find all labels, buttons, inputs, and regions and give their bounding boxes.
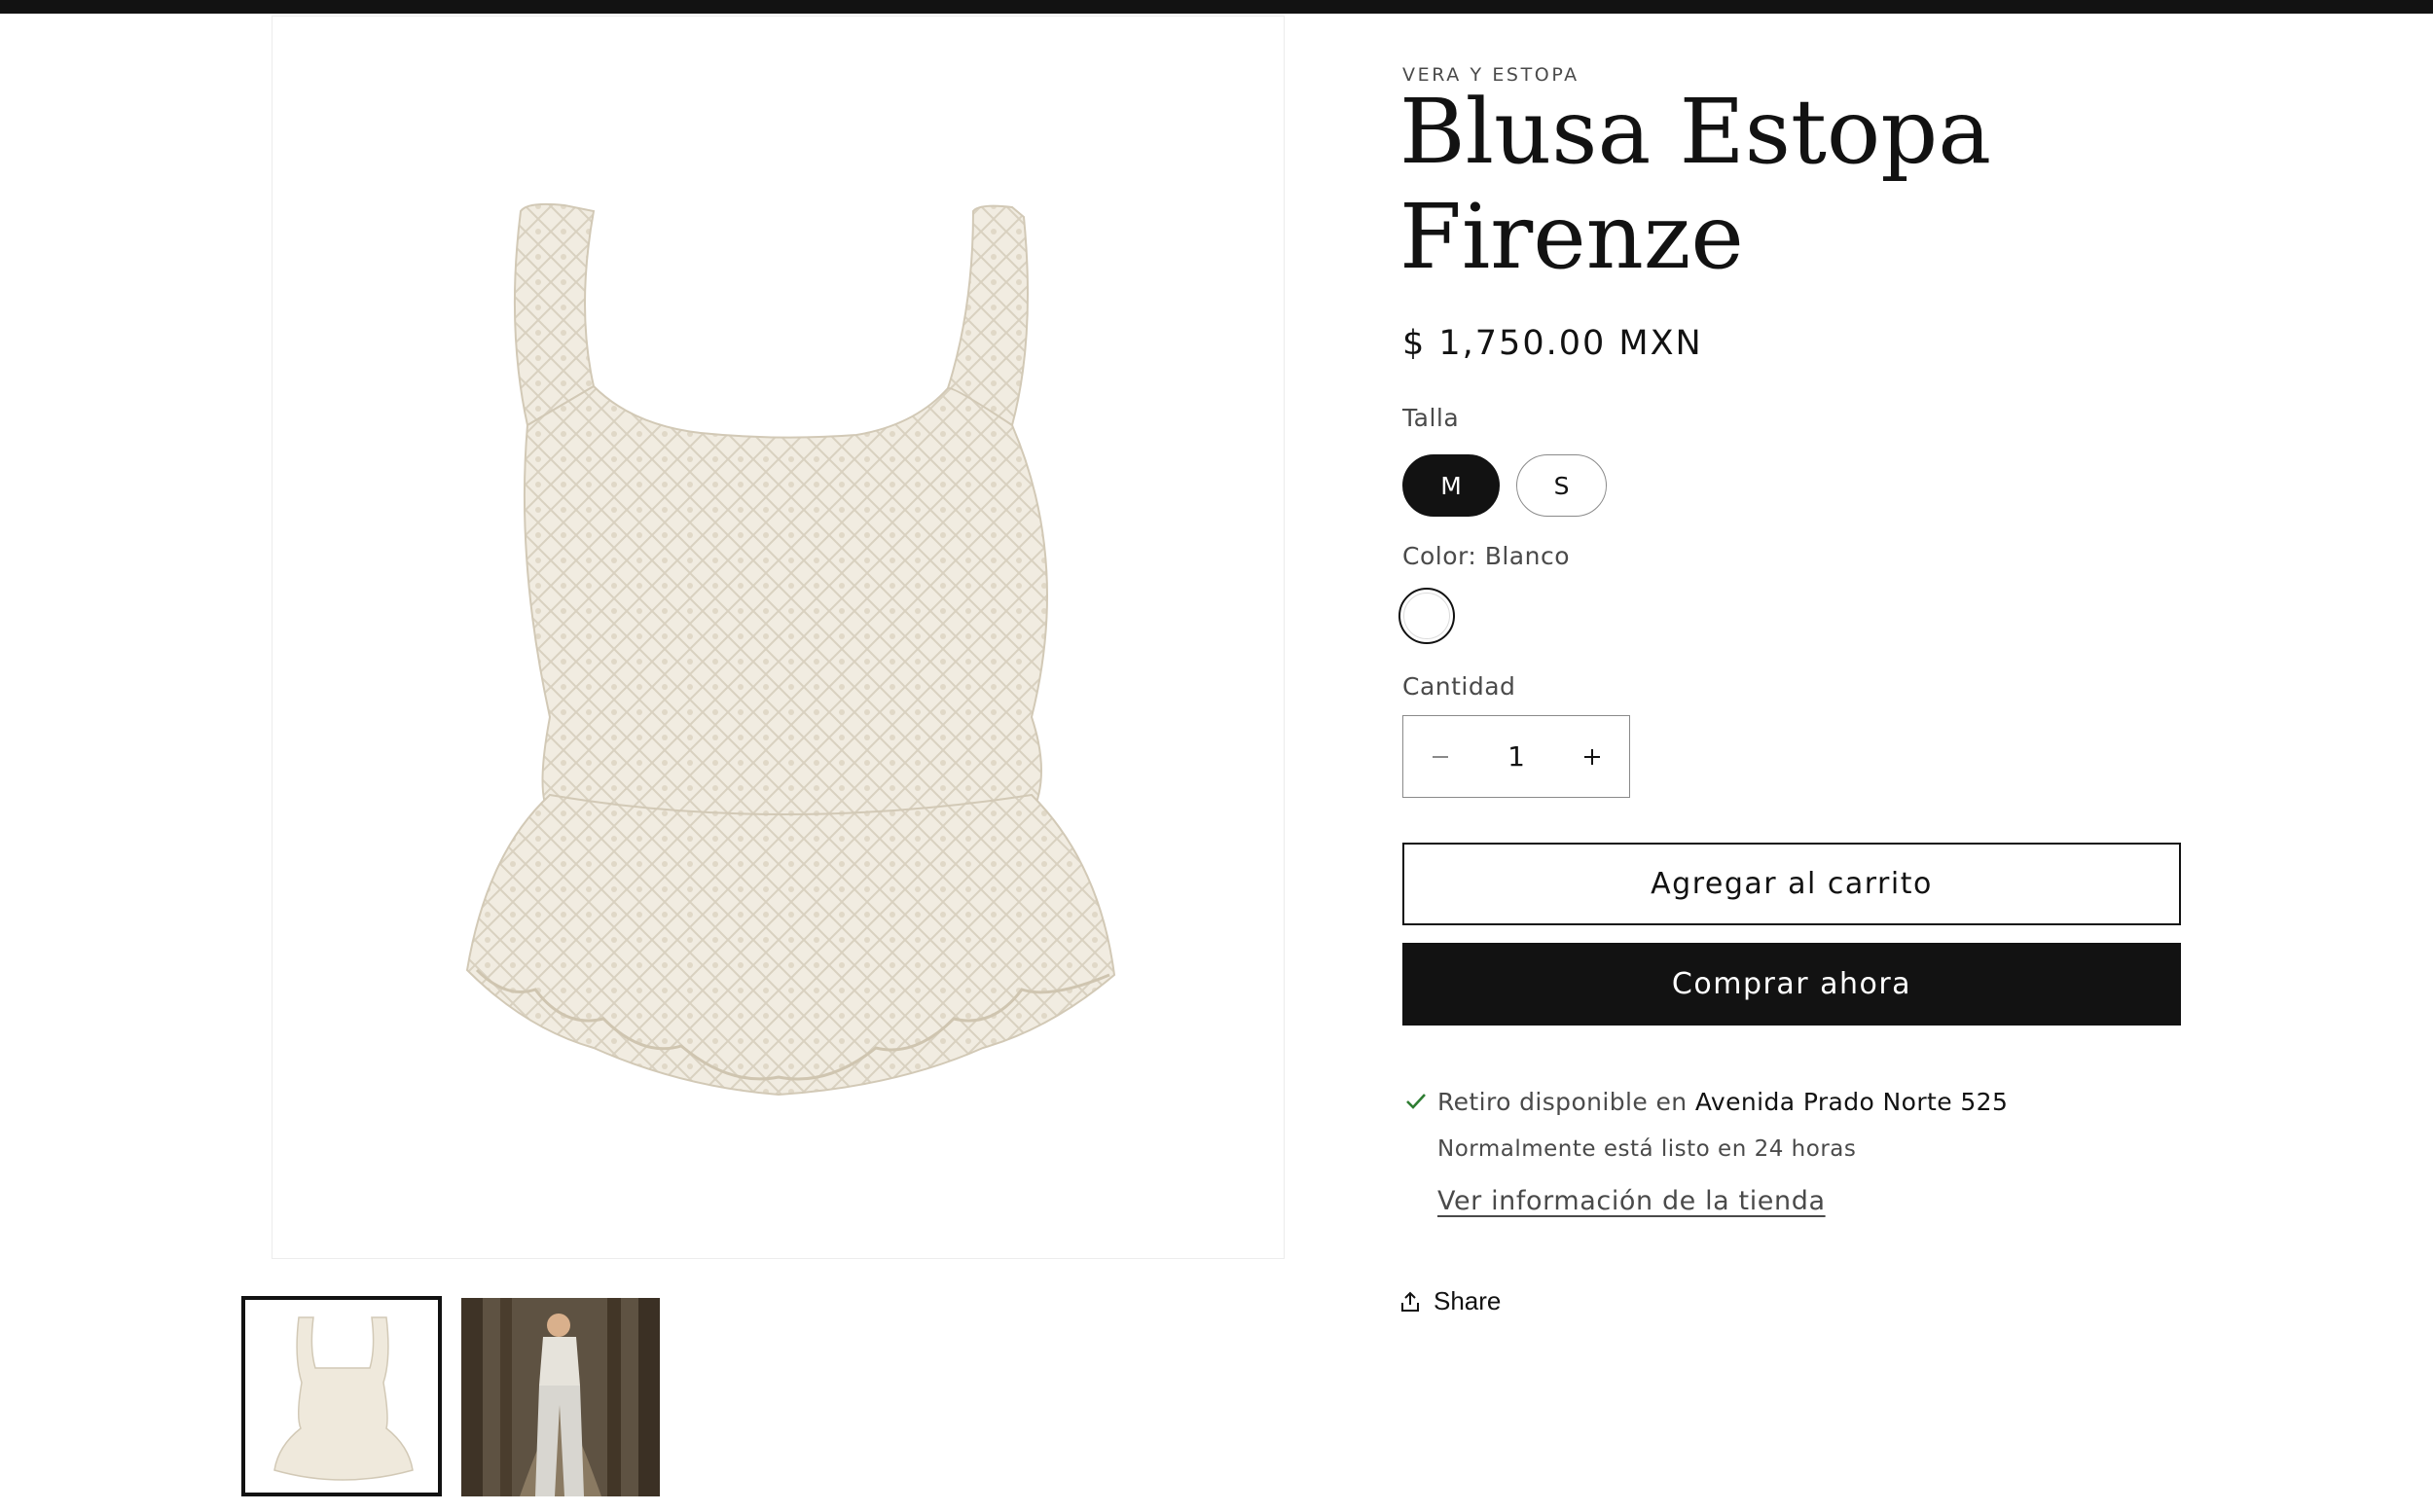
quantity-input[interactable]: 1	[1477, 740, 1555, 773]
share-label: Share	[1434, 1286, 1502, 1315]
share-icon	[1401, 1291, 1419, 1312]
plus-icon	[1584, 748, 1600, 765]
pickup-availability: Retiro disponible en Avenida Prado Norte…	[1437, 1088, 2008, 1116]
minus-icon	[1433, 755, 1448, 758]
color-swatch-blanco[interactable]	[1398, 588, 1455, 644]
check-icon	[1406, 1094, 1426, 1109]
pickup-location: Avenida Prado Norte 525	[1694, 1088, 2009, 1116]
share-button[interactable]: Share	[1398, 1286, 1501, 1316]
product-price: $ 1,750.00 MXN	[1402, 324, 1703, 363]
color-swatch-fill	[1403, 593, 1450, 639]
color-label: Color: Blanco	[1402, 542, 1571, 570]
add-to-cart-button[interactable]: Agregar al carrito	[1402, 843, 2181, 925]
thumbnail-1-selected[interactable]	[241, 1296, 442, 1496]
size-option-m[interactable]: M	[1402, 454, 1500, 517]
quantity-decrement-button[interactable]	[1403, 716, 1477, 797]
product-title: Blusa Estopa Firenze	[1399, 80, 1992, 289]
top-bar	[0, 0, 2433, 14]
pickup-prefix: Retiro disponible en	[1437, 1088, 1688, 1116]
quantity-label: Cantidad	[1402, 672, 1516, 701]
quantity-stepper: 1	[1402, 715, 1630, 798]
size-option-s[interactable]: S	[1516, 454, 1607, 517]
product-main-image[interactable]	[272, 16, 1285, 1259]
pickup-note: Normalmente está listo en 24 horas	[1437, 1136, 1857, 1162]
quantity-increment-button[interactable]	[1555, 716, 1629, 797]
buy-now-button[interactable]: Comprar ahora	[1402, 943, 2181, 1026]
thumbnail-2[interactable]	[461, 1298, 660, 1496]
size-label: Talla	[1402, 404, 1460, 432]
store-info-link[interactable]: Ver información de la tienda	[1437, 1186, 1826, 1216]
